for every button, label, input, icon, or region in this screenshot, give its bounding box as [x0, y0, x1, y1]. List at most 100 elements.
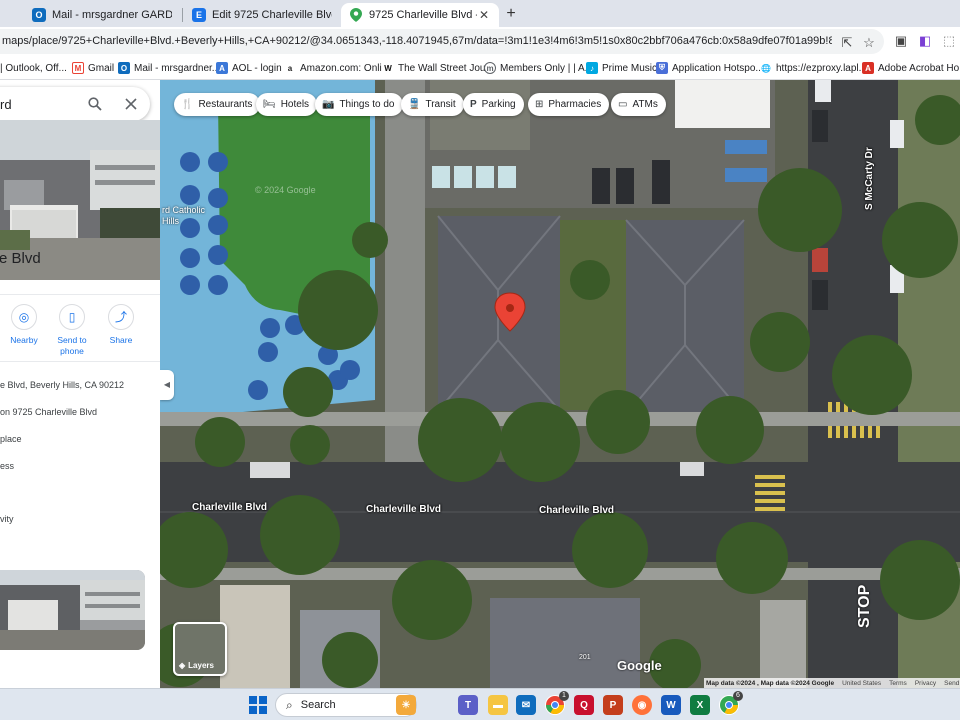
layers-button[interactable]: ◈ Layers — [173, 622, 227, 676]
tab-title: Edit 9725 Charleville Blvd #8 | — [212, 9, 332, 21]
chip-transit[interactable]: 🚆 Transit — [401, 93, 464, 116]
nearby-icon: ◎ — [11, 304, 37, 330]
satellite-map[interactable]: rd Catholic Hills © 2024 Google 201 STOP… — [160, 80, 960, 688]
add-place-line[interactable]: place — [0, 434, 22, 444]
stop-road-marking: STOP — [856, 584, 873, 628]
profile-extension-icon[interactable]: ◧ — [916, 32, 934, 50]
privacy-link[interactable]: Privacy — [915, 680, 936, 687]
search-icon[interactable] — [88, 97, 102, 111]
bookmark-adobe-acrobat[interactable]: A Adobe Acrobat Ho... — [862, 61, 960, 75]
url-text[interactable]: maps/place/9725+Charleville+Blvd.+Beverl… — [2, 35, 832, 47]
file-explorer-icon[interactable]: ▬ — [488, 695, 508, 715]
bookmark-mail[interactable]: O Mail - mrsgardner... — [118, 61, 220, 75]
aol-icon: A — [216, 62, 228, 74]
region-link[interactable]: United States — [842, 680, 881, 687]
map-data-credit[interactable]: Map data ©2024 , Map data ©2024 Google — [706, 680, 834, 687]
share-button[interactable]: ⤴ Share — [101, 304, 141, 346]
widgets-icon[interactable]: ☀ — [396, 695, 416, 715]
chip-things-to-do[interactable]: 📷 Things to do — [315, 93, 403, 116]
bookmark-label: Prime Music — [602, 62, 658, 74]
chip-atms[interactable]: ▭ ATMs — [611, 93, 666, 116]
chip-label: Restaurants — [198, 99, 253, 110]
satellite-imagery[interactable] — [160, 80, 960, 688]
bookmark-wsj[interactable]: W The Wall Street Jou... — [382, 61, 494, 75]
bookmark-amazon[interactable]: a Amazon.com: Onli... — [284, 61, 390, 75]
google-logo: Google — [617, 658, 662, 673]
members-icon: m — [484, 62, 496, 74]
collapse-panel-button[interactable]: ◀ — [160, 370, 174, 400]
place-title: e Blvd — [0, 250, 41, 267]
excel-icon[interactable]: X — [690, 695, 710, 715]
chip-label: Transit — [425, 99, 456, 110]
chip-label: Parking — [481, 99, 516, 110]
nearby-button[interactable]: ◎ Nearby — [4, 304, 44, 346]
send-to-phone-icon: ▯ — [59, 304, 85, 330]
outlook-icon: O — [118, 62, 130, 74]
firefox-icon[interactable]: ◉ — [632, 695, 652, 715]
bookmark-label: Application Hotspo... — [672, 62, 764, 74]
tab-google-maps[interactable]: 9725 Charleville Blvd - Google ✕ — [341, 3, 499, 27]
globe-icon: 🌐 — [760, 62, 772, 74]
address-bar[interactable]: maps/place/9725+Charleville+Blvd.+Beverl… — [0, 29, 884, 54]
windows-start-icon[interactable] — [248, 695, 268, 715]
bookmark-label: https://ezproxy.lapl... — [776, 62, 867, 74]
street-label-charleville: Charleville Blvd — [192, 502, 268, 513]
add-business-line[interactable]: ess — [0, 461, 14, 471]
bookmark-label: Members Only | | A... — [500, 62, 593, 74]
browser-tab-strip: O Mail - mrsgardner GARDNER - E Edit 972… — [0, 0, 960, 27]
school-label[interactable]: rd Catholic Hills — [162, 205, 210, 227]
bookmark-members-only[interactable]: m Members Only | | A... — [484, 61, 593, 75]
chip-pharmacies[interactable]: ⊞ Pharmacies — [528, 93, 610, 116]
located-in-line[interactable]: on 9725 Charleville Blvd — [0, 407, 97, 417]
chip-label: Things to do — [339, 99, 395, 110]
place-photo-thumbnail[interactable] — [0, 570, 145, 650]
address-line[interactable]: e Blvd, Beverly Hills, CA 90212 — [0, 380, 124, 390]
bookmark-application-hotspot[interactable]: ⛨ Application Hotspo... — [656, 61, 764, 75]
chip-hotels[interactable]: 🛏 Hotels — [256, 93, 318, 116]
restaurant-icon: 🍴 — [181, 99, 194, 110]
bookmark-gmail[interactable]: M Gmail — [72, 61, 114, 75]
powerpoint-icon[interactable]: P — [603, 695, 623, 715]
chip-parking[interactable]: P Parking — [463, 93, 524, 116]
acrobat-icon: A — [862, 62, 874, 74]
teams-icon[interactable]: T — [458, 695, 478, 715]
map-watermark: © 2024 Google — [255, 185, 316, 195]
tab-mail[interactable]: O Mail - mrsgardner GARDNER - — [24, 3, 180, 27]
street-label-charleville: Charleville Blvd — [366, 504, 442, 515]
send-to-phone-button[interactable]: ▯ Send to phone — [52, 304, 92, 357]
tab-title: 9725 Charleville Blvd - Google — [369, 9, 477, 21]
mail-icon[interactable]: ✉ — [516, 695, 536, 715]
extension-icon[interactable]: ▣ — [892, 32, 910, 50]
quicken-icon[interactable]: Q — [574, 695, 594, 715]
chrome-profile-badge: 6 — [733, 691, 743, 701]
chip-label: Pharmacies — [548, 99, 602, 110]
word-icon[interactable]: W — [661, 695, 681, 715]
bookmark-star-icon[interactable]: ☆ — [860, 34, 878, 52]
tab-edit-listing[interactable]: E Edit 9725 Charleville Blvd #8 | — [184, 3, 340, 27]
transit-icon: 🚆 — [408, 99, 421, 110]
divider — [0, 294, 160, 295]
activity-line[interactable]: vity — [0, 514, 14, 524]
layers-label: Layers — [188, 661, 214, 670]
send-feedback-link[interactable]: Send — [944, 680, 959, 687]
bookmark-aol[interactable]: A AOL - login — [216, 61, 282, 75]
close-tab-icon[interactable]: ✕ — [477, 8, 491, 22]
terms-link[interactable]: Terms — [889, 680, 907, 687]
bookmark-label: Amazon.com: Onli... — [300, 62, 391, 74]
close-icon[interactable] — [125, 98, 137, 110]
puzzle-icon[interactable]: ⬚ — [940, 32, 958, 50]
street-label-mccarty: S McCarty Dr — [864, 147, 875, 210]
bookmark-label: Mail - mrsgardner... — [134, 62, 221, 74]
outlook-icon: O — [32, 8, 46, 22]
bookmark-outlook[interactable]: | Outlook, Off... — [0, 61, 67, 75]
new-tab-button[interactable]: + — [503, 4, 519, 24]
prime-music-icon: ♪ — [586, 62, 598, 74]
search-input[interactable]: rd — [0, 97, 12, 112]
chip-label: ATMs — [632, 99, 658, 110]
install-app-icon[interactable]: ⇱ — [838, 34, 856, 52]
chip-restaurants[interactable]: 🍴 Restaurants — [174, 93, 261, 116]
bookmark-ezproxy[interactable]: 🌐 https://ezproxy.lapl... — [760, 61, 867, 75]
bookmark-prime-music[interactable]: ♪ Prime Music — [586, 61, 657, 75]
windows-taskbar: ⌕ Search ☀ T ▬ ✉ 1 Q P ◉ W X 6 — [0, 688, 960, 720]
search-box[interactable]: rd — [0, 87, 150, 121]
